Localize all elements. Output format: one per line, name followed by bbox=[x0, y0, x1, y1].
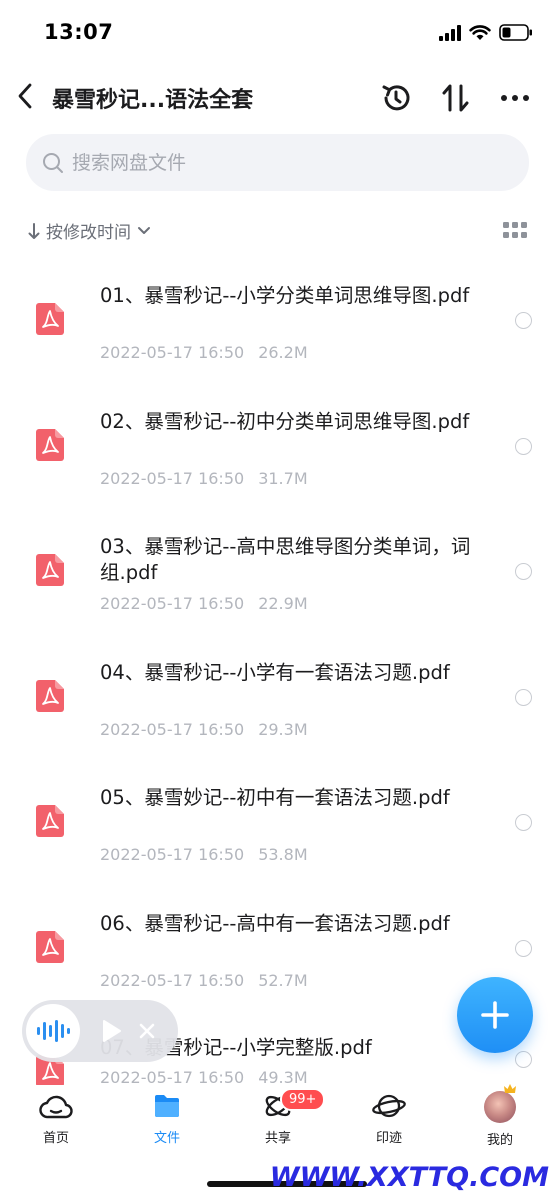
planet-icon bbox=[372, 1094, 406, 1118]
voice-player[interactable] bbox=[22, 1000, 178, 1062]
tab-home[interactable]: 首页 bbox=[16, 1091, 96, 1155]
folder-icon bbox=[155, 1095, 179, 1117]
avatar bbox=[484, 1084, 516, 1123]
select-radio[interactable] bbox=[515, 814, 532, 831]
search-bar[interactable] bbox=[26, 134, 529, 191]
file-date: 2022-05-17 16:50 bbox=[100, 343, 245, 362]
file-size: 29.3M bbox=[258, 720, 308, 739]
play-icon[interactable] bbox=[102, 1019, 122, 1043]
file-size: 26.2M bbox=[258, 343, 308, 362]
file-meta: 2022-05-17 16:50 31.7M bbox=[100, 469, 308, 488]
file-meta: 2022-05-17 16:50 22.9M bbox=[100, 594, 308, 613]
file-row[interactable]: 04、暴雪秒记--小学有一套语法习题.pdf 2022-05-17 16:50 2… bbox=[0, 660, 555, 770]
sort-selector[interactable]: 按修改时间 bbox=[28, 218, 151, 243]
select-radio[interactable] bbox=[515, 940, 532, 957]
select-radio[interactable] bbox=[515, 563, 532, 580]
file-size: 22.9M bbox=[258, 594, 308, 613]
grid-view-icon[interactable] bbox=[503, 222, 527, 240]
pdf-file-icon bbox=[36, 429, 64, 461]
battery-icon bbox=[499, 24, 532, 41]
file-name: 01、暴雪秒记--小学分类单词思维导图.pdf bbox=[100, 284, 470, 307]
file-size: 52.7M bbox=[258, 971, 308, 990]
notification-badge: 99+ bbox=[280, 1088, 326, 1111]
file-name: 03、暴雪秒记--高中思维导图分类单词，词组.pdf bbox=[100, 535, 471, 584]
file-name: 04、暴雪秒记--小学有一套语法习题.pdf bbox=[100, 661, 450, 684]
watermark: WWW.XXTTQ.COM bbox=[269, 1162, 549, 1193]
select-radio[interactable] bbox=[515, 689, 532, 706]
file-date: 2022-05-17 16:50 bbox=[100, 720, 245, 739]
crown-icon bbox=[504, 1084, 516, 1093]
plus-icon bbox=[481, 1001, 509, 1029]
file-name: 05、暴雪妙记--初中有一套语法习题.pdf bbox=[100, 786, 450, 809]
tab-traces[interactable]: 印迹 bbox=[349, 1091, 429, 1155]
file-meta: 2022-05-17 16:50 29.3M bbox=[100, 720, 308, 739]
pdf-file-icon bbox=[36, 554, 64, 586]
select-radio[interactable] bbox=[515, 438, 532, 455]
select-radio[interactable] bbox=[515, 312, 532, 329]
tab-label: 文件 bbox=[153, 1131, 180, 1146]
file-row[interactable]: 02、暴雪秒记--初中分类单词思维导图.pdf 2022-05-17 16:50… bbox=[0, 409, 555, 519]
file-meta: 2022-05-17 16:50 26.2M bbox=[100, 343, 308, 362]
more-icon[interactable] bbox=[495, 78, 535, 118]
add-button[interactable] bbox=[457, 977, 533, 1053]
file-date: 2022-05-17 16:50 bbox=[100, 971, 245, 990]
search-input[interactable] bbox=[72, 151, 492, 174]
tab-share[interactable]: 99+ 共享 bbox=[238, 1088, 326, 1155]
tab-label: 首页 bbox=[42, 1131, 69, 1146]
file-meta: 2022-05-17 16:50 53.8M bbox=[100, 845, 308, 864]
sort-label: 按修改时间 bbox=[46, 223, 131, 243]
search-icon bbox=[43, 152, 63, 173]
tab-files[interactable]: 文件 bbox=[127, 1091, 207, 1155]
pdf-file-icon bbox=[36, 680, 64, 712]
file-name: 02、暴雪秒记--初中分类单词思维导图.pdf bbox=[100, 410, 470, 433]
tab-me[interactable]: 我的 bbox=[460, 1084, 540, 1155]
tab-label: 印迹 bbox=[375, 1131, 402, 1146]
file-date: 2022-05-17 16:50 bbox=[100, 594, 245, 613]
tab-bar: 首页 文件 99+ 共享 印迹 我的 bbox=[0, 1084, 555, 1155]
close-icon[interactable] bbox=[138, 1022, 156, 1040]
history-icon[interactable] bbox=[376, 78, 416, 118]
nav-bar: 暴雪秒记...语法全套 bbox=[0, 70, 555, 126]
file-row[interactable]: 05、暴雪妙记--初中有一套语法习题.pdf 2022-05-17 16:50 5… bbox=[0, 785, 555, 895]
pdf-file-icon bbox=[36, 805, 64, 837]
tab-label: 共享 bbox=[264, 1131, 291, 1146]
status-bar: 13:07 bbox=[0, 0, 555, 70]
file-size: 53.8M bbox=[258, 845, 308, 864]
chevron-down-icon bbox=[138, 226, 150, 234]
file-row[interactable]: 03、暴雪秒记--高中思维导图分类单词，词组.pdf 2022-05-17 16… bbox=[0, 534, 555, 644]
status-time: 13:07 bbox=[44, 20, 114, 44]
page-title: 暴雪秒记...语法全套 bbox=[52, 88, 254, 113]
file-size: 31.7M bbox=[258, 469, 308, 488]
file-row[interactable]: 01、暴雪秒记--小学分类单词思维导图.pdf 2022-05-17 16:50… bbox=[0, 283, 555, 393]
home-cloud-icon bbox=[39, 1095, 73, 1119]
file-date: 2022-05-17 16:50 bbox=[100, 845, 245, 864]
tab-label: 我的 bbox=[486, 1133, 513, 1148]
transfer-icon[interactable] bbox=[436, 78, 476, 118]
file-date: 2022-05-17 16:50 bbox=[100, 469, 245, 488]
wifi-icon bbox=[469, 24, 491, 40]
select-radio[interactable] bbox=[515, 1051, 532, 1068]
file-meta: 2022-05-17 16:50 52.7M bbox=[100, 971, 308, 990]
sort-arrow-icon bbox=[28, 222, 40, 239]
file-name: 06、暴雪秒记--高中有一套语法习题.pdf bbox=[100, 912, 450, 935]
cellular-signal-icon bbox=[439, 24, 461, 41]
voice-wave-icon[interactable] bbox=[26, 1004, 80, 1058]
pdf-file-icon bbox=[36, 931, 64, 963]
back-icon[interactable] bbox=[10, 78, 40, 114]
pdf-file-icon bbox=[36, 303, 64, 335]
status-icons bbox=[439, 24, 533, 41]
